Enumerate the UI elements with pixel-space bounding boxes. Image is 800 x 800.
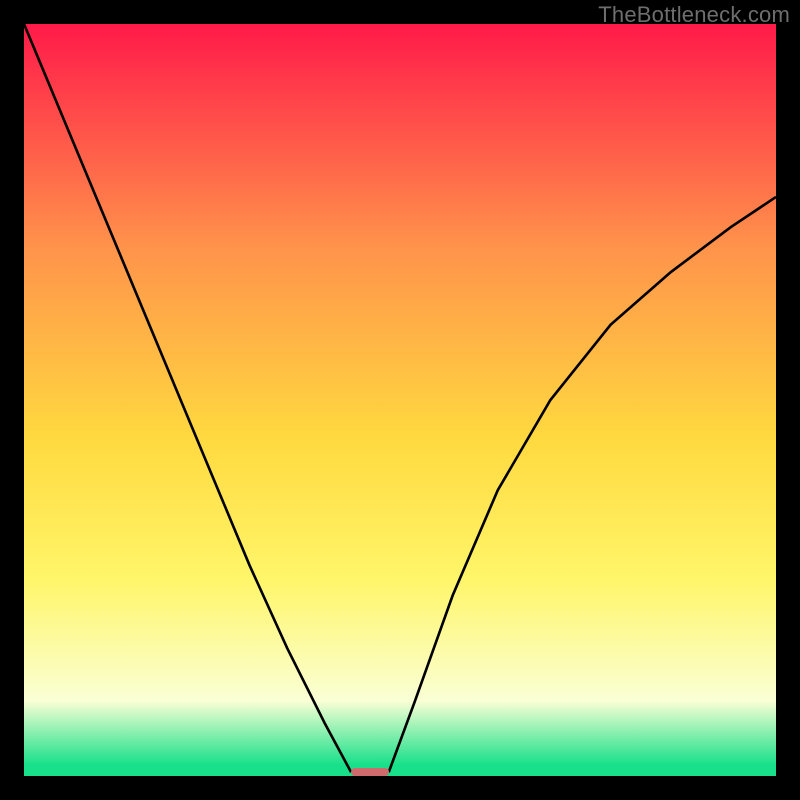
watermark-text: TheBottleneck.com — [598, 2, 790, 28]
optimal-marker — [351, 768, 389, 776]
right-curve — [389, 197, 776, 772]
plot-area — [24, 24, 776, 776]
curves-layer — [24, 24, 776, 776]
left-curve — [24, 24, 351, 772]
